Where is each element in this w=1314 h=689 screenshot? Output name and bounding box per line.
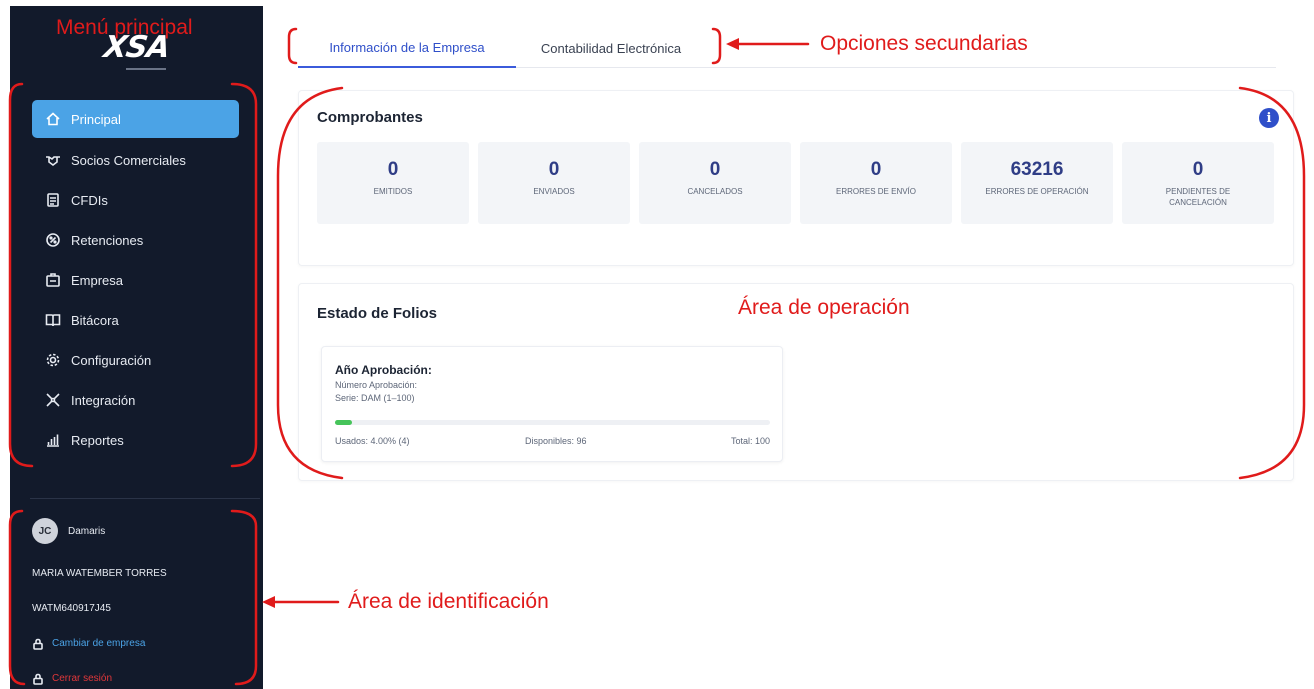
stat-label: Errores de envío: [835, 187, 916, 196]
home-icon: [44, 110, 62, 128]
document-icon: [44, 191, 62, 209]
chart-icon: [44, 431, 62, 449]
stat-label: Emitidos: [373, 187, 413, 196]
logout-link[interactable]: Cerrar sesión: [32, 661, 252, 689]
comprobantes-stats: 0 Emitidos 0 Enviados 0 Cancelados 0 Err…: [317, 142, 1277, 224]
stat-value: 0: [387, 159, 399, 180]
info-icon[interactable]: i: [1259, 108, 1279, 128]
tab-informacion-empresa[interactable]: Información de la Empresa: [298, 28, 516, 68]
sidebar: XSA Principal Socios Comerciales CFDIs R…: [10, 6, 263, 689]
stat-cancelados[interactable]: 0 Cancelados: [639, 142, 791, 224]
sidebar-item-socios-comerciales[interactable]: Socios Comerciales: [32, 140, 239, 180]
lock-icon: [33, 638, 43, 650]
sidebar-item-integracion[interactable]: Integración: [32, 380, 239, 420]
stat-enviados[interactable]: 0 Enviados: [478, 142, 630, 224]
annotation-main-menu: Menú principal: [56, 16, 193, 39]
folio-available: Disponibles: 96: [525, 436, 587, 446]
username: Damaris: [68, 525, 106, 537]
logo-tagline-mark: [126, 68, 166, 70]
sidebar-item-label: Socios Comerciales: [71, 152, 186, 168]
sidebar-item-reportes[interactable]: Reportes: [32, 420, 239, 460]
stat-value: 0: [709, 159, 721, 180]
stat-pendientes-cancelacion[interactable]: 0 Pendientes de cancelación: [1122, 142, 1274, 224]
stat-errores-operacion[interactable]: 63216 Errores de operación: [961, 142, 1113, 224]
avatar[interactable]: JC: [32, 518, 58, 544]
stat-label: Enviados: [533, 187, 575, 196]
change-company-label: Cambiar de empresa: [52, 638, 146, 649]
sidebar-item-cfdis[interactable]: CFDIs: [32, 180, 239, 220]
sidebar-item-configuracion[interactable]: Configuración: [32, 340, 239, 380]
user-rfc: WATM640917J45: [32, 603, 111, 614]
comprobantes-card: Comprobantes i 0 Emitidos 0 Enviados 0 C…: [298, 90, 1294, 266]
sidebar-divider: [30, 498, 260, 499]
annotation-identification-area: Área de identificación: [348, 590, 549, 613]
stat-errores-envio[interactable]: 0 Errores de envío: [800, 142, 952, 224]
stat-label: Pendientes de cancelación: [1165, 187, 1231, 207]
identification-area: JC Damaris MARIA WATEMBER TORRES WATM640…: [32, 516, 252, 689]
handshake-icon: [44, 151, 62, 169]
folio-heading: Año Aprobación:: [335, 363, 432, 377]
stat-value: 0: [548, 159, 560, 180]
network-icon: [44, 391, 62, 409]
sidebar-item-label: Reportes: [71, 432, 124, 448]
stat-emitidos[interactable]: 0 Emitidos: [317, 142, 469, 224]
stat-label: Errores de operación: [985, 187, 1089, 196]
book-icon: [44, 311, 62, 329]
folio-series: Serie: DAM (1–100): [335, 393, 415, 403]
folio-progress-track: [335, 420, 770, 425]
user-row: JC Damaris: [32, 516, 252, 546]
annotation-arrowhead-identification: [262, 596, 275, 608]
stat-value: 63216: [1010, 159, 1064, 180]
tab-contabilidad-electronica[interactable]: Contabilidad Electrónica: [516, 28, 706, 68]
logout-label: Cerrar sesión: [52, 673, 113, 684]
sidebar-item-label: Retenciones: [71, 232, 144, 248]
annotation-secondary-options: Opciones secundarias: [820, 32, 1028, 55]
annotation-operation-area: Área de operación: [738, 296, 910, 319]
sidebar-item-label: Principal: [71, 111, 121, 127]
building-icon: [44, 271, 62, 289]
lock-icon: [33, 673, 43, 685]
sidebar-item-label: Configuración: [71, 352, 152, 368]
stat-value: 0: [1192, 159, 1204, 180]
sidebar-item-retenciones[interactable]: Retenciones: [32, 220, 239, 260]
sidebar-item-label: Bitácora: [71, 312, 119, 328]
percent-circle-icon: [44, 231, 62, 249]
stat-value: 0: [870, 159, 882, 180]
folio-progress-fill: [335, 420, 353, 425]
main-menu: Principal Socios Comerciales CFDIs Reten…: [32, 100, 239, 460]
sidebar-item-label: CFDIs: [71, 192, 108, 208]
sidebar-item-empresa[interactable]: Empresa: [32, 260, 239, 300]
sidebar-item-principal[interactable]: Principal: [32, 100, 239, 138]
sidebar-item-label: Integración: [71, 392, 136, 408]
change-company-link[interactable]: Cambiar de empresa: [32, 626, 252, 661]
folios-title: Estado de Folios: [317, 305, 438, 322]
comprobantes-title: Comprobantes: [317, 109, 423, 126]
annotation-bracket-tabs: [287, 27, 298, 65]
user-full-name: MARIA WATEMBER TORRES: [32, 568, 167, 579]
sidebar-item-bitacora[interactable]: Bitácora: [32, 300, 239, 340]
folio-approval-number: Número Aprobación:: [335, 380, 418, 390]
gear-icon: [44, 351, 62, 369]
sidebar-item-label: Empresa: [71, 272, 124, 288]
folio-used: Usados: 4.00% (4): [335, 436, 410, 446]
stat-label: Cancelados: [687, 187, 743, 196]
secondary-tabs: Información de la Empresa Contabilidad E…: [298, 28, 1276, 68]
folio-total: Total: 100: [730, 436, 770, 446]
folio-status-card: Año Aprobación: Número Aprobación: Serie…: [321, 346, 783, 462]
